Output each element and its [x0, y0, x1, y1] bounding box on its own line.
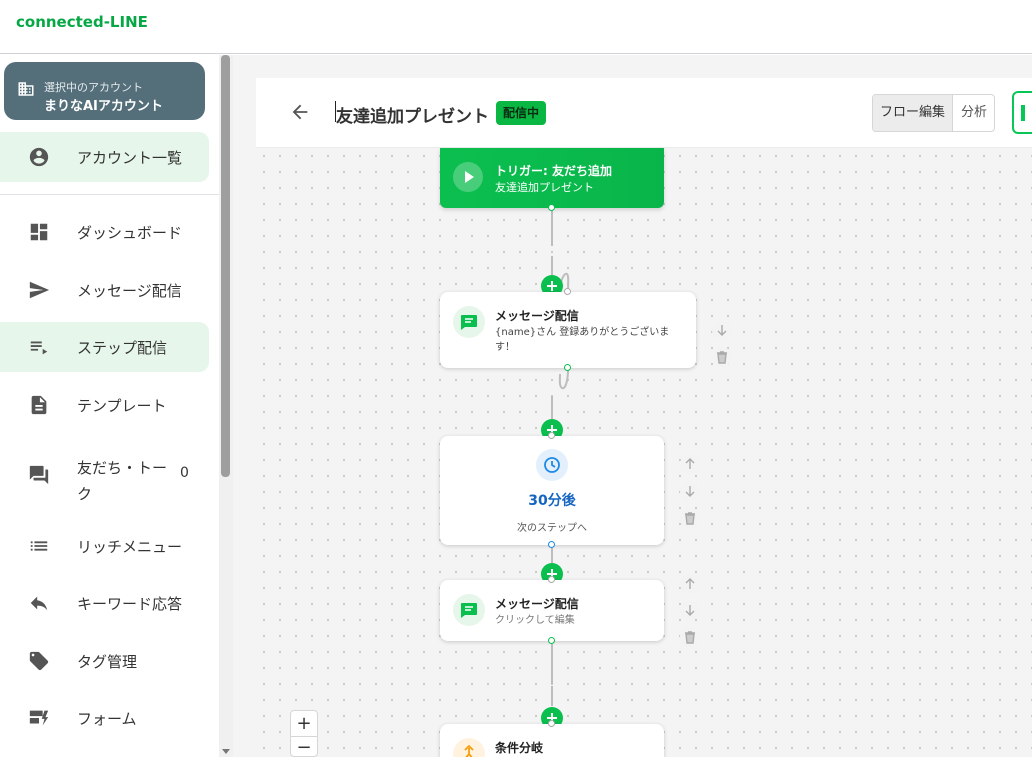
- input-handle[interactable]: [548, 720, 555, 727]
- list-icon: [30, 541, 48, 551]
- save-button[interactable]: [1012, 91, 1032, 134]
- sidebar-item-rich-menu[interactable]: リッチメニュー: [0, 521, 209, 571]
- trash-icon: [685, 631, 695, 644]
- brand-logo[interactable]: connected-LINE: [16, 13, 148, 31]
- flow-title[interactable]: 友達追加プレゼント: [336, 102, 489, 127]
- connector-line: [551, 686, 553, 706]
- sidebar-scroll-thumb[interactable]: [221, 55, 230, 477]
- output-handle[interactable]: [548, 541, 555, 548]
- trigger-title: トリガー: 友だち追加: [495, 164, 612, 178]
- sidebar-item-label: ダッシュボード: [77, 224, 183, 242]
- trigger-subtitle: 友達追加プレゼント: [495, 181, 594, 194]
- wait-duration: 30分後: [528, 493, 576, 509]
- sidebar-item-accounts[interactable]: アカウント一覧: [0, 132, 209, 182]
- building-icon: [18, 82, 34, 96]
- account-caption: 選択中のアカウント: [44, 81, 143, 94]
- account-circle-icon: [29, 147, 49, 167]
- send-icon: [29, 281, 50, 299]
- output-handle[interactable]: [548, 637, 555, 644]
- node-title: 条件分岐: [495, 741, 544, 755]
- message-icon: [453, 306, 485, 338]
- app-bar: connected-LINE: [0, 0, 1032, 54]
- account-name: まりなAIアカウント: [44, 99, 163, 114]
- sidebar-item-label: フォーム: [77, 710, 137, 728]
- input-handle[interactable]: [548, 576, 555, 583]
- message-node[interactable]: メッセージ配信 {name}さん 登録ありがとうございます！: [440, 292, 696, 368]
- clock-icon: [536, 449, 568, 481]
- zoom-controls: + −: [290, 710, 318, 757]
- play-icon: [453, 162, 483, 192]
- sidebar-item-label: ステップ配信: [77, 339, 168, 357]
- move-up-button[interactable]: [680, 574, 700, 594]
- connector-line: [551, 548, 553, 564]
- trigger-node[interactable]: トリガー: 友だち追加 友達追加プレゼント: [440, 148, 664, 208]
- arrow-down-icon: [685, 486, 695, 497]
- sidebar-item-keyword-reply[interactable]: キーワード応答: [0, 578, 209, 628]
- tab-flow-edit[interactable]: フロー編集: [873, 95, 953, 131]
- unread-count: 0: [180, 465, 189, 481]
- document-icon: [31, 395, 47, 415]
- sidebar-item-label: アカウント一覧: [77, 149, 183, 167]
- arrow-up-icon: [685, 458, 695, 469]
- playlist-play-icon: [30, 341, 48, 355]
- node-message-preview: クリックして編集: [495, 615, 575, 626]
- move-down-button[interactable]: [680, 481, 700, 501]
- sidebar: 選択中のアカウント まりなAIアカウント アカウント一覧 ダッシュボード メッセ…: [0, 55, 219, 757]
- node-title: メッセージ配信: [495, 597, 579, 611]
- delete-button[interactable]: [712, 347, 732, 367]
- sidebar-item-tags[interactable]: タグ管理: [0, 636, 209, 686]
- branch-icon: [453, 738, 485, 757]
- input-handle[interactable]: [564, 288, 571, 295]
- sidebar-item-forms[interactable]: フォーム: [0, 693, 209, 743]
- wait-caption: 次のステップへ: [517, 523, 587, 534]
- sidebar-item-label: タグ管理: [77, 653, 138, 671]
- arrow-up-icon: [685, 578, 695, 589]
- node-message-preview: {name}さん 登録ありがとうございます！: [495, 327, 670, 353]
- sidebar-divider: [0, 194, 219, 195]
- sidebar-item-friends-talk[interactable]: 友だち・トーク 0: [0, 450, 209, 503]
- node-title: メッセージ配信: [495, 309, 579, 323]
- sidebar-item-step-delivery[interactable]: ステップ配信: [0, 322, 209, 372]
- account-switcher[interactable]: 選択中のアカウント まりなAIアカウント: [4, 62, 205, 120]
- move-down-button[interactable]: [680, 600, 700, 620]
- zoom-out-button[interactable]: −: [291, 738, 317, 757]
- sidebar-item-dashboard[interactable]: ダッシュボード: [0, 207, 209, 257]
- trash-icon: [685, 512, 695, 525]
- tab-analytics[interactable]: 分析: [953, 95, 994, 131]
- delete-button[interactable]: [680, 508, 700, 528]
- message-node[interactable]: メッセージ配信 クリックして編集: [440, 580, 664, 641]
- output-handle[interactable]: [548, 204, 555, 211]
- tag-icon: [29, 651, 49, 671]
- sidebar-item-label: テンプレート: [77, 397, 167, 415]
- message-icon: [453, 594, 485, 626]
- sidebar-item-label: リッチメニュー: [77, 538, 183, 556]
- zoom-in-button[interactable]: +: [291, 711, 317, 737]
- connector-loop: [558, 369, 569, 390]
- chat-icon: [29, 465, 49, 485]
- sidebar-item-label: 友だち・トーク: [77, 459, 168, 503]
- form-icon: [29, 710, 49, 726]
- sidebar-item-messages[interactable]: メッセージ配信: [0, 265, 209, 315]
- branch-node[interactable]: 条件分岐: [440, 724, 664, 757]
- connector-line: [551, 644, 553, 684]
- sidebar-item-templates[interactable]: テンプレート: [0, 380, 209, 430]
- trash-icon: [717, 351, 727, 364]
- sidebar-item-label: キーワード応答: [77, 595, 183, 613]
- save-button-mark: [1021, 105, 1025, 121]
- output-handle[interactable]: [564, 364, 571, 371]
- scroll-down-arrow-icon[interactable]: [219, 746, 233, 757]
- connector-line: [551, 208, 553, 246]
- arrow-down-icon: [685, 605, 695, 616]
- move-up-button[interactable]: [680, 454, 700, 474]
- view-toggle: フロー編集 分析: [872, 94, 995, 132]
- sidebar-item-label: メッセージ配信: [77, 282, 182, 300]
- delete-button[interactable]: [680, 627, 700, 647]
- input-handle[interactable]: [548, 432, 555, 439]
- dashboard-icon: [30, 223, 48, 241]
- arrow-down-icon: [717, 325, 727, 336]
- reply-icon: [30, 596, 48, 611]
- status-badge: 配信中: [496, 101, 547, 125]
- back-arrow-icon[interactable]: [289, 101, 311, 123]
- move-down-button[interactable]: [712, 320, 732, 340]
